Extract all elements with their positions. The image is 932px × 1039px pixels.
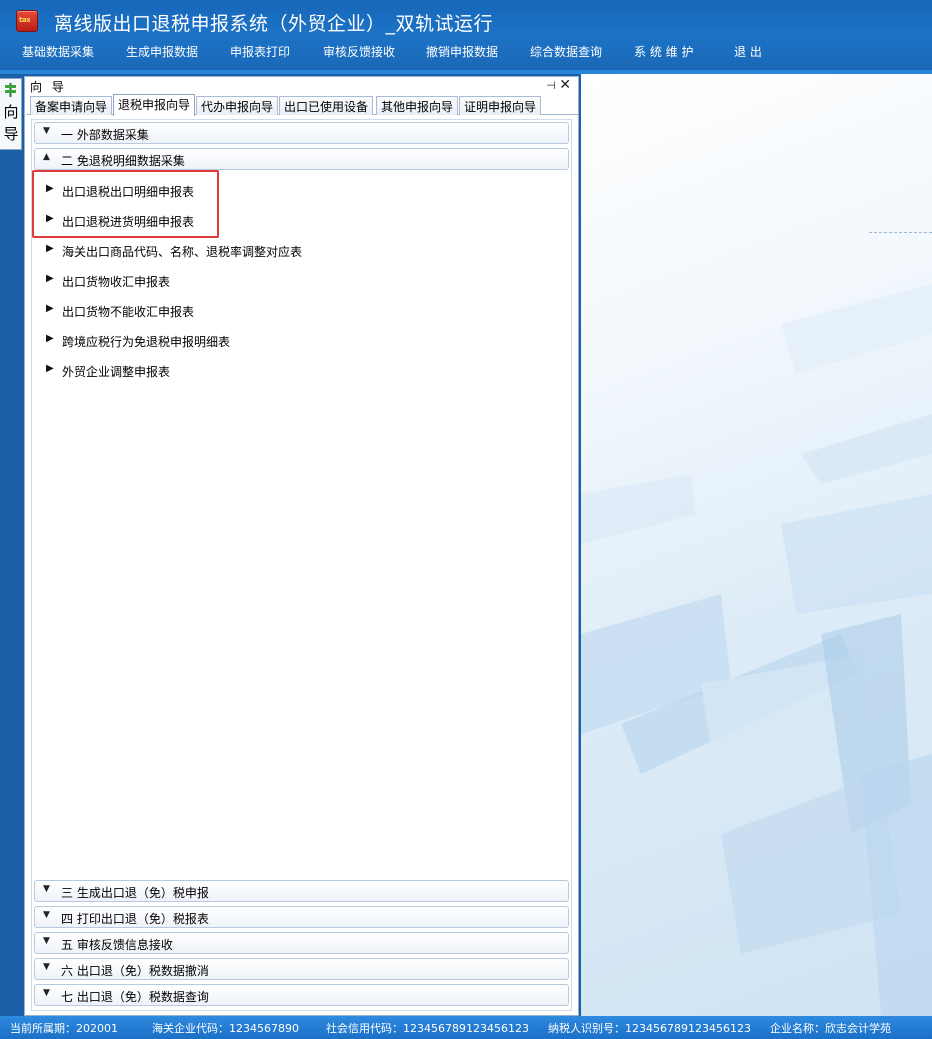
status-company-name: 企业名称：欣志会计学苑 [770, 1022, 891, 1035]
workspace-background [581, 74, 932, 1016]
panel-header: 向 导 ⊣ ✕ [25, 77, 578, 95]
side-tab-label: 向 导 [3, 103, 19, 143]
tab-certificate-declaration-guide[interactable]: 证明申报向导 [459, 96, 542, 115]
close-icon[interactable]: ✕ [559, 77, 571, 93]
pin-icon[interactable]: ⊣ [546, 79, 556, 92]
menu-print-declaration[interactable]: 申报表打印 [230, 43, 290, 60]
triangle-right-icon: ▶ [46, 273, 54, 284]
chevron-down-icon: ▼ [43, 988, 50, 998]
panel-title: 向 导 [30, 80, 67, 94]
tab-refund-declaration-guide[interactable]: 退税申报向导 [113, 94, 196, 116]
tab-agent-declaration-guide[interactable]: 代办申报向导 [196, 96, 279, 115]
group-refund-data-query[interactable]: ▼ 七 出口退（免）税数据查询 [34, 984, 569, 1006]
status-bar: 当前所属期：202001 海关企业代码：1234567890 社会信用代码：12… [0, 1016, 932, 1039]
status-customs-code: 海关企业代码：1234567890 [152, 1022, 299, 1035]
tab-used-equipment[interactable]: 出口已使用设备 [279, 96, 374, 115]
menu-revoke-declaration[interactable]: 撤销申报数据 [426, 43, 498, 60]
group-print-refund-report[interactable]: ▼ 四 打印出口退（免）税报表 [34, 906, 569, 928]
menu-comprehensive-query[interactable]: 综合数据查询 [530, 43, 602, 60]
background-decoration [581, 284, 932, 1016]
chevron-down-icon: ▼ [43, 962, 50, 972]
menu-bar: 基础数据采集 生成申报数据 申报表打印 审核反馈接收 撤销申报数据 综合数据查询… [0, 40, 932, 62]
menu-audit-feedback[interactable]: 审核反馈接收 [323, 43, 395, 60]
triangle-right-icon: ▶ [46, 213, 54, 224]
window-title: 离线版出口退税申报系统（外贸企业）_双轨试运行 [54, 13, 494, 35]
status-period: 当前所属期：202001 [10, 1022, 118, 1035]
signpost-icon [5, 83, 16, 97]
chevron-up-icon: ▲ [43, 152, 50, 162]
menu-generate-declaration-data[interactable]: 生成申报数据 [126, 43, 198, 60]
tab-filing-guide[interactable]: 备案申请向导 [30, 96, 113, 115]
menu-exit[interactable]: 退 出 [734, 43, 762, 60]
guide-tabs: 备案申请向导 退税申报向导 代办申报向导 出口已使用设备 其他申报向导 证明申报… [27, 94, 578, 116]
group-generate-refund-declaration[interactable]: ▼ 三 生成出口退（免）税申报 [34, 880, 569, 902]
group-refund-data-revoke[interactable]: ▼ 六 出口退（免）税数据撤消 [34, 958, 569, 980]
group-exemption-detail-collection[interactable]: ▲ 二 免退税明细数据采集 [34, 148, 569, 170]
side-tab-guide[interactable]: 向 导 [0, 78, 22, 150]
group-audit-feedback-receive[interactable]: ▼ 五 审核反馈信息接收 [34, 932, 569, 954]
app-tax-icon: tax [16, 10, 38, 32]
triangle-right-icon: ▶ [46, 303, 54, 314]
dashed-line [869, 232, 932, 233]
status-taxpayer-id: 纳税人识别号：123456789123456123 [548, 1022, 751, 1035]
chevron-down-icon: ▼ [43, 910, 50, 920]
menu-basic-data-collection[interactable]: 基础数据采集 [22, 43, 94, 60]
group-external-data-collection[interactable]: ▼ 一 外部数据采集 [34, 122, 569, 144]
guide-panel: 向 导 ⊣ ✕ 备案申请向导 退税申报向导 代办申报向导 出口已使用设备 其他申… [24, 76, 579, 1016]
triangle-right-icon: ▶ [46, 333, 54, 344]
chevron-down-icon: ▼ [43, 126, 50, 136]
chevron-down-icon: ▼ [43, 936, 50, 946]
title-bar: tax 离线版出口退税申报系统（外贸企业）_双轨试运行 基础数据采集 生成申报数… [0, 0, 932, 74]
chevron-down-icon: ▼ [43, 884, 50, 894]
status-credit-code: 社会信用代码：123456789123456123 [326, 1022, 529, 1035]
triangle-right-icon: ▶ [46, 183, 54, 194]
tab-other-declaration-guide[interactable]: 其他申报向导 [376, 96, 459, 115]
triangle-right-icon: ▶ [46, 243, 54, 254]
menu-system-maintenance[interactable]: 系 统 维 护 [634, 43, 693, 60]
triangle-right-icon: ▶ [46, 363, 54, 374]
guide-panel-body: ▼ 一 外部数据采集 ▲ 二 免退税明细数据采集 ▶ 出口退税出口明细申报表 ▶… [31, 119, 572, 1011]
